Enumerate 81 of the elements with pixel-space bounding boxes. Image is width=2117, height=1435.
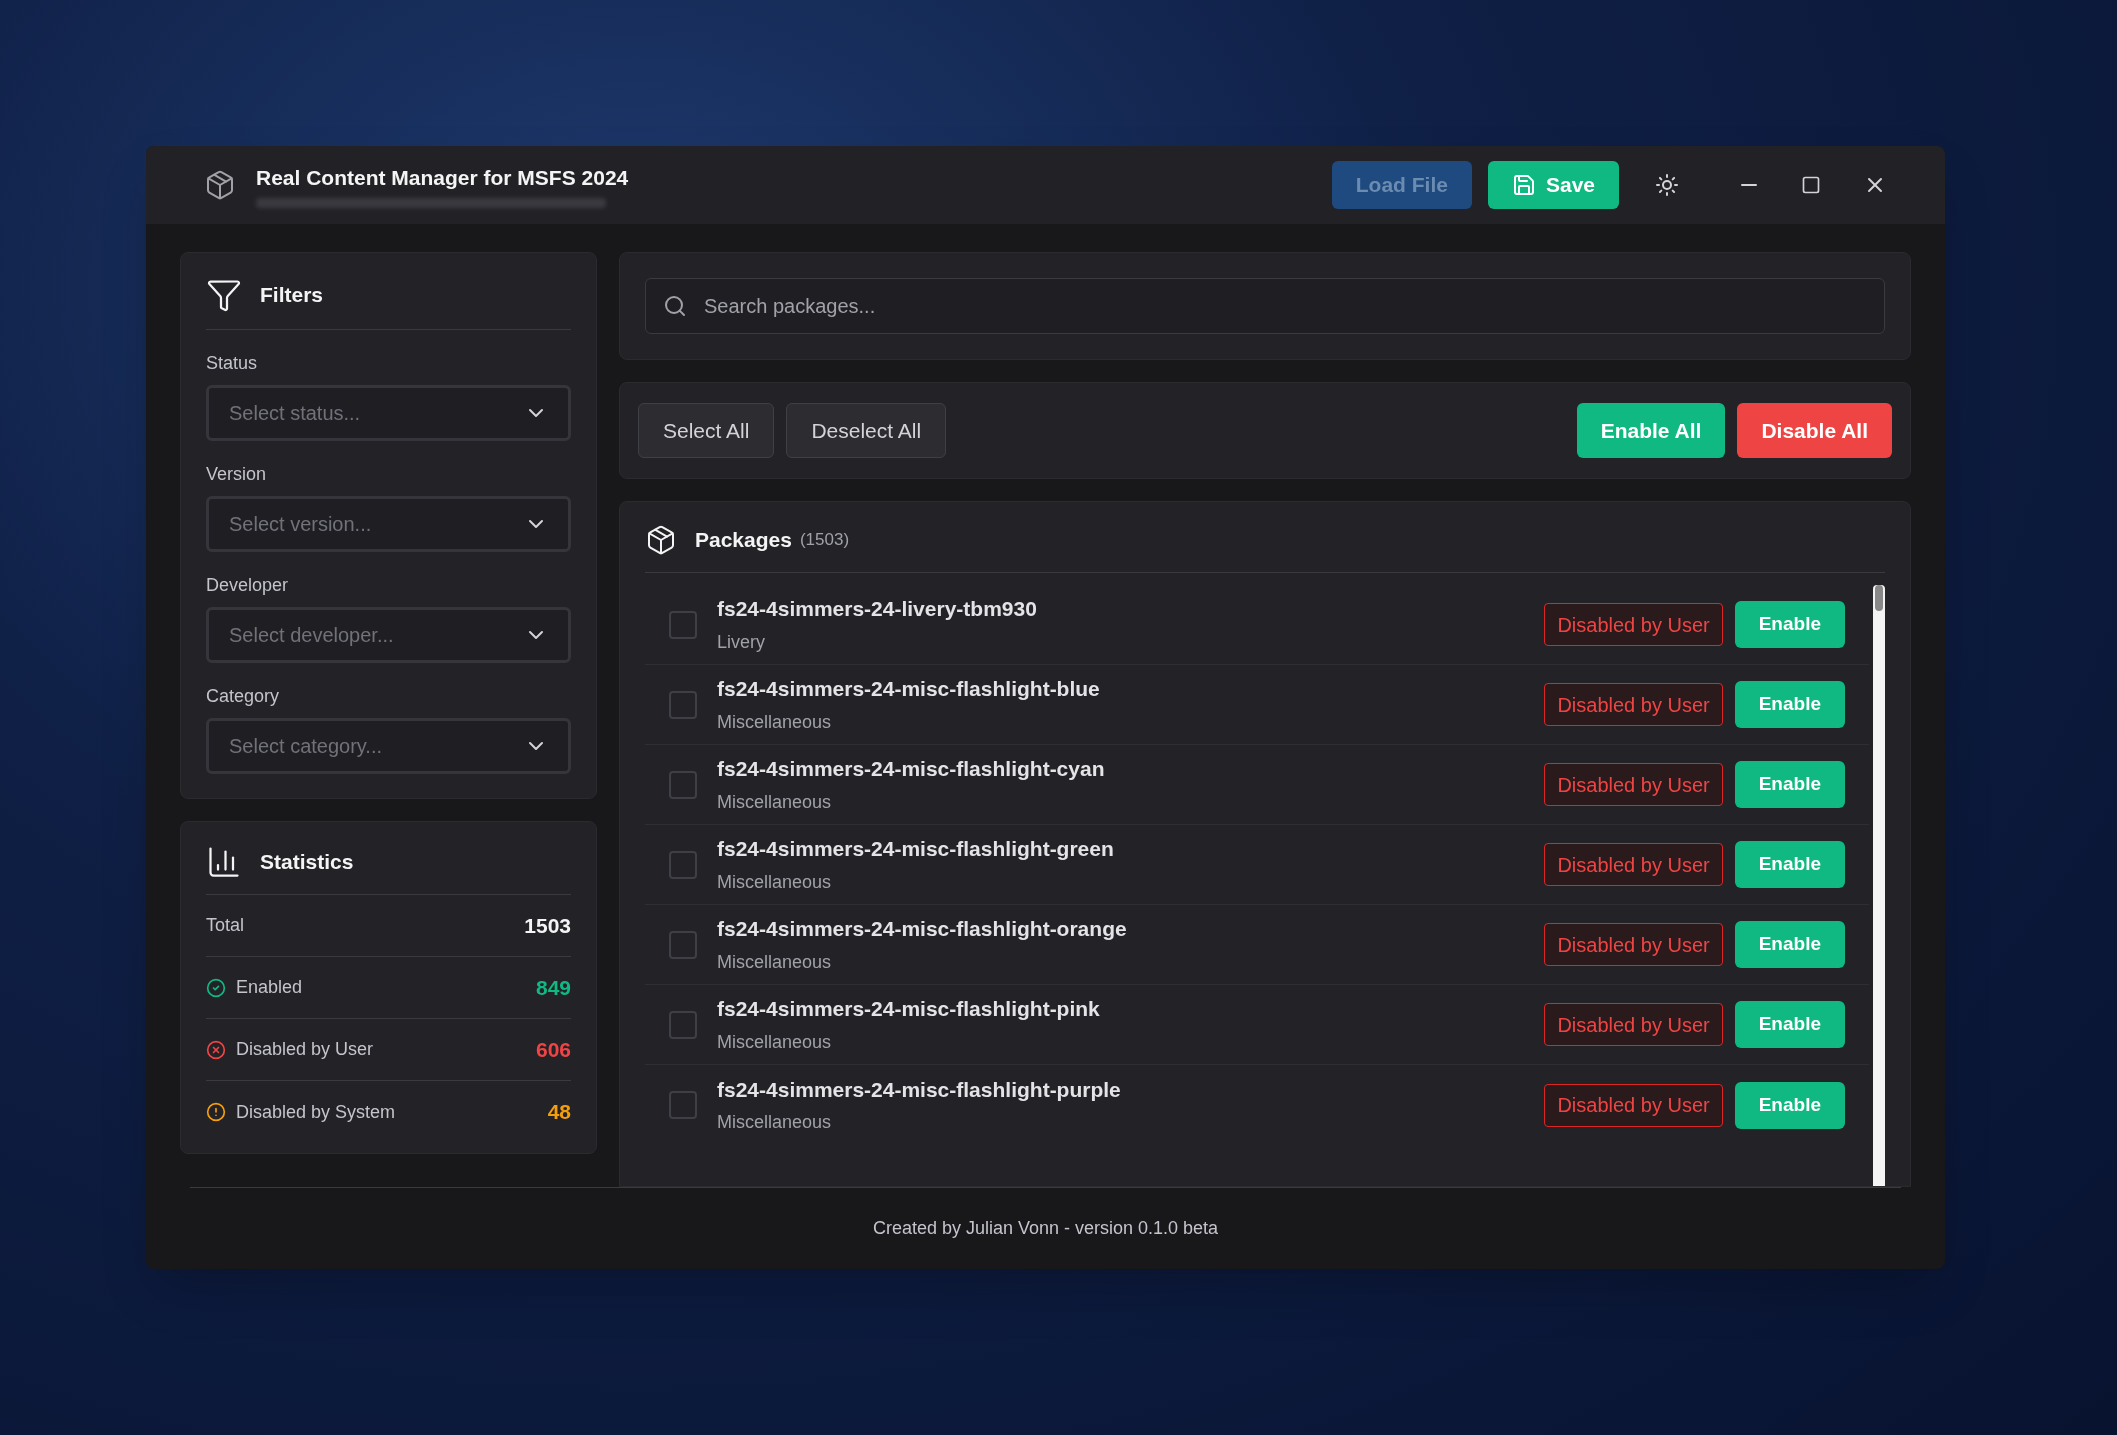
package-row[interactable]: fs24-4simmers-24-misc-flashlight-orange Miscellaneous Disabled by User Enable (645, 905, 1869, 985)
package-icon (645, 524, 677, 556)
search-field[interactable]: Search packages... (645, 278, 1885, 334)
enable-button[interactable]: Enable (1734, 1081, 1845, 1129)
package-category: Livery (717, 630, 766, 654)
package-name: fs24-4simmers-24-misc-flashlight-pink (717, 996, 1100, 1023)
stat-value: 48 (547, 1099, 571, 1126)
package-row[interactable]: fs24-4simmers-24-misc-flashlight-blue Miscellaneous Disabled by User Enable (645, 665, 1869, 745)
bar-chart-icon (206, 844, 242, 880)
package-name: fs24-4simmers-24-misc-flashlight-purple (717, 1076, 1121, 1103)
check-circle-icon (206, 977, 226, 998)
footer-credit: Created by Julian Vonn - version 0.1.0 beta (872, 1217, 1219, 1240)
package-name: fs24-4simmers-24-misc-flashlight-cyan (717, 756, 1105, 783)
x-circle-icon (206, 1039, 226, 1060)
package-name: fs24-4simmers-24-misc-flashlight-blue (717, 676, 1100, 703)
statistics-title: Statistics (260, 849, 354, 876)
filter-label: Developer (206, 574, 290, 597)
package-category: Miscellaneous (717, 1111, 833, 1135)
package-icon (204, 169, 236, 201)
package-name: fs24-4simmers-24-livery-tbm930 (717, 596, 1037, 623)
row-checkbox[interactable] (669, 610, 697, 639)
row-checkbox[interactable] (669, 690, 697, 719)
package-row[interactable]: fs24-4simmers-24-misc-flashlight-purple Miscellaneous Disabled by User Enable (645, 1065, 1869, 1145)
package-category: Miscellaneous (717, 790, 833, 814)
enable-button[interactable]: Enable (1734, 1001, 1845, 1048)
packages-title: Packages (695, 527, 792, 554)
stat-label: Enabled (236, 976, 303, 999)
status-badge: Disabled by User (1544, 843, 1723, 886)
package-row[interactable]: fs24-4simmers-24-misc-flashlight-cyan Miscellaneous Disabled by User Enable (645, 745, 1869, 825)
row-checkbox[interactable] (669, 1010, 697, 1039)
stat-label: Disabled by User (236, 1038, 374, 1061)
filter-dropdown[interactable]: Select developer... (206, 607, 571, 663)
scrollbar[interactable] (1873, 585, 1885, 1186)
status-badge: Disabled by User (1544, 683, 1723, 726)
package-category: Miscellaneous (717, 1030, 833, 1054)
package-name: fs24-4simmers-24-misc-flashlight-green (717, 836, 1114, 863)
row-checkbox[interactable] (669, 930, 697, 959)
package-row[interactable]: fs24-4simmers-24-misc-flashlight-pink Miscellaneous Disabled by User Enable (645, 985, 1869, 1065)
status-badge: Disabled by User (1544, 603, 1723, 646)
filter-dropdown[interactable]: Select version... (206, 496, 571, 552)
package-category: Miscellaneous (717, 710, 833, 734)
package-name: fs24-4simmers-24-misc-flashlight-orange (717, 916, 1127, 943)
enable-button[interactable]: Enable (1734, 761, 1845, 808)
theme-sun-icon[interactable] (1655, 173, 1679, 197)
filter-icon (206, 277, 242, 313)
status-badge: Disabled by User (1544, 1003, 1723, 1046)
enable-button[interactable]: Enable (1734, 841, 1845, 888)
filter-label: Version (206, 463, 268, 486)
enable-button[interactable]: Enable (1734, 921, 1845, 968)
filter-label: Status (206, 352, 259, 375)
disable-all-button[interactable]: Disable All (1737, 403, 1892, 458)
stat-label: Disabled by System (236, 1100, 396, 1124)
filter-dropdown[interactable]: Select category... (206, 718, 571, 774)
packages-count: (1503) (799, 529, 850, 552)
status-badge: Disabled by User (1544, 763, 1723, 806)
enable-button[interactable]: Enable (1734, 601, 1845, 648)
row-checkbox[interactable] (669, 770, 697, 799)
filters-title: Filters (260, 282, 324, 309)
filter-dropdown[interactable]: Select status... (206, 385, 571, 441)
package-row[interactable]: fs24-4simmers-24-livery-tbm930 Livery Disabled by User Enable (645, 585, 1869, 665)
maximize-icon[interactable] (1801, 175, 1821, 195)
filter-label: Category (206, 685, 281, 708)
enable-all-button[interactable]: Enable All (1576, 403, 1726, 458)
row-checkbox[interactable] (669, 850, 697, 879)
selection-button[interactable]: Select All (638, 403, 775, 458)
package-category: Miscellaneous (717, 870, 833, 894)
stat-value: 606 (535, 1036, 571, 1063)
row-checkbox[interactable] (669, 1091, 697, 1119)
stat-label: Total (206, 914, 245, 937)
selection-button[interactable]: Deselect All (786, 403, 947, 458)
status-badge: Disabled by User (1544, 1083, 1723, 1127)
package-row[interactable]: fs24-4simmers-24-misc-flashlight-green Miscellaneous Disabled by User Enable (645, 825, 1869, 905)
enable-button[interactable]: Enable (1734, 681, 1845, 728)
alert-circle-icon (206, 1102, 226, 1122)
stat-value: 1503 (524, 912, 571, 939)
save-button[interactable]: Save (1487, 161, 1619, 209)
window-title: Real Content Manager for MSFS 2024 (256, 165, 629, 192)
search-icon (663, 294, 687, 318)
package-category: Miscellaneous (717, 950, 833, 974)
stat-value: 849 (535, 974, 571, 1001)
status-badge: Disabled by User (1544, 923, 1723, 966)
